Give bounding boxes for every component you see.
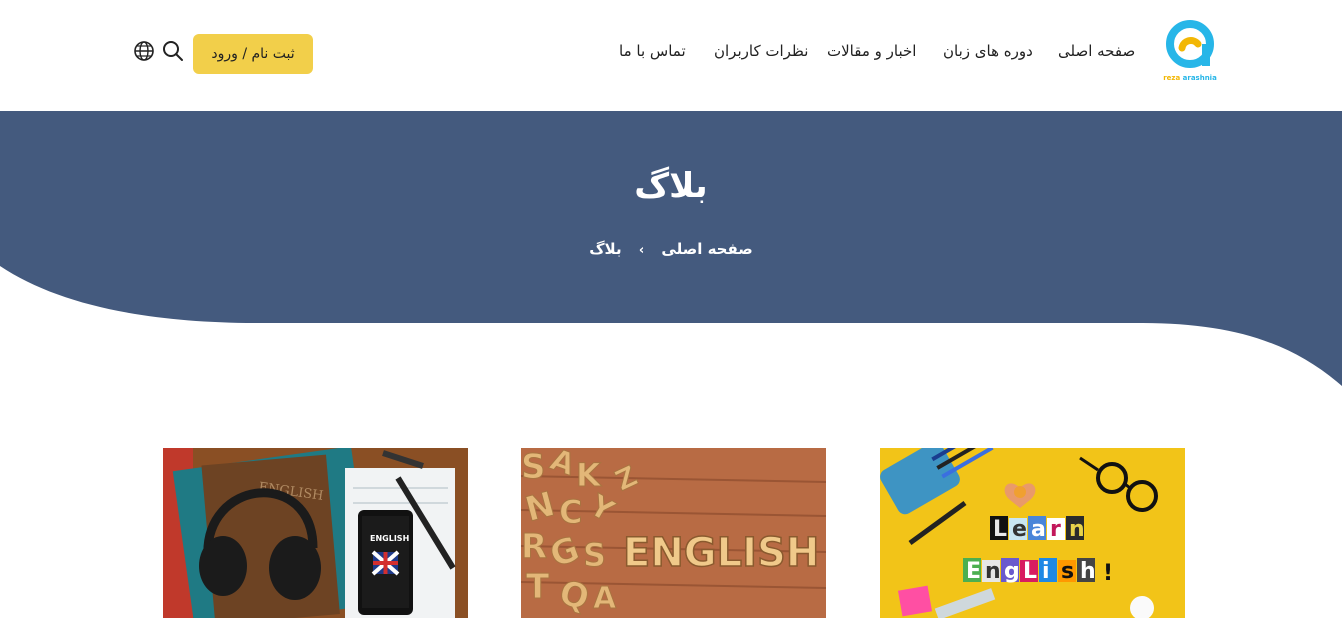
page-title: بلاگ — [634, 166, 708, 206]
nav-courses[interactable]: دوره های زبان — [943, 42, 1033, 64]
blog-card-image-headphones-english[interactable]: ENGLISH ENGLISH — [163, 448, 468, 618]
nav-news[interactable]: اخبار و مقالات — [827, 42, 916, 64]
svg-text:i: i — [1042, 559, 1050, 584]
svg-text:S: S — [521, 448, 546, 487]
breadcrumb-separator: › — [638, 243, 645, 258]
svg-text:R: R — [521, 527, 547, 567]
nav-contact[interactable]: تماس با ما — [619, 42, 686, 64]
svg-text:S: S — [583, 536, 606, 574]
logo-text-first: reza — [1163, 74, 1181, 82]
blog-card-image-wooden-english[interactable]: S A K N C Y R G S T Q A Z ENGLISH — [521, 448, 826, 618]
headphones-phone-image: ENGLISH ENGLISH — [163, 448, 468, 618]
svg-text:L: L — [1023, 559, 1037, 584]
svg-text:g: g — [1004, 559, 1020, 584]
svg-text:s: s — [1061, 559, 1074, 584]
svg-text:E: E — [966, 559, 981, 584]
svg-text:ENGLISH: ENGLISH — [623, 530, 819, 576]
hero-wave-background — [0, 111, 1342, 386]
blog-card-image-learn-english[interactable]: L e a r n E n g L i s h ! — [880, 448, 1185, 618]
breadcrumb-current: بلاگ — [589, 240, 622, 258]
site-header: reza arashnia صفحه اصلی دوره های زبان اخ… — [0, 0, 1342, 111]
logo-text: reza arashnia — [1162, 74, 1218, 82]
svg-text:C: C — [559, 493, 582, 531]
wooden-letters-image: S A K N C Y R G S T Q A Z ENGLISH — [521, 448, 826, 618]
svg-text:ENGLISH: ENGLISH — [370, 534, 409, 543]
svg-text:a: a — [1031, 517, 1046, 542]
logo-mark — [1166, 20, 1214, 68]
svg-text:r: r — [1050, 517, 1061, 542]
site-logo[interactable]: reza arashnia — [1162, 18, 1218, 86]
svg-text:L: L — [993, 517, 1007, 542]
svg-text:K: K — [576, 456, 602, 494]
svg-text:e: e — [1012, 517, 1027, 542]
svg-text:h: h — [1080, 559, 1096, 584]
globe-icon[interactable] — [133, 40, 155, 62]
logo-text-second: arashnia — [1182, 74, 1217, 82]
nav-reviews[interactable]: نظرات کاربران — [714, 42, 808, 64]
nav-home[interactable]: صفحه اصلی — [1058, 42, 1135, 64]
svg-text:n: n — [985, 559, 1001, 584]
svg-text:T: T — [526, 567, 550, 607]
learn-english-image: L e a r n E n g L i s h ! — [880, 448, 1185, 618]
svg-text:A: A — [593, 581, 617, 616]
page-hero — [0, 111, 1342, 411]
breadcrumb-home[interactable]: صفحه اصلی — [661, 240, 752, 258]
svg-text:!: ! — [1103, 561, 1113, 586]
svg-text:n: n — [1069, 517, 1085, 542]
search-icon[interactable] — [162, 40, 184, 62]
breadcrumb: صفحه اصلی › بلاگ — [0, 240, 1342, 258]
login-register-button[interactable]: ثبت نام / ورود — [193, 34, 313, 74]
